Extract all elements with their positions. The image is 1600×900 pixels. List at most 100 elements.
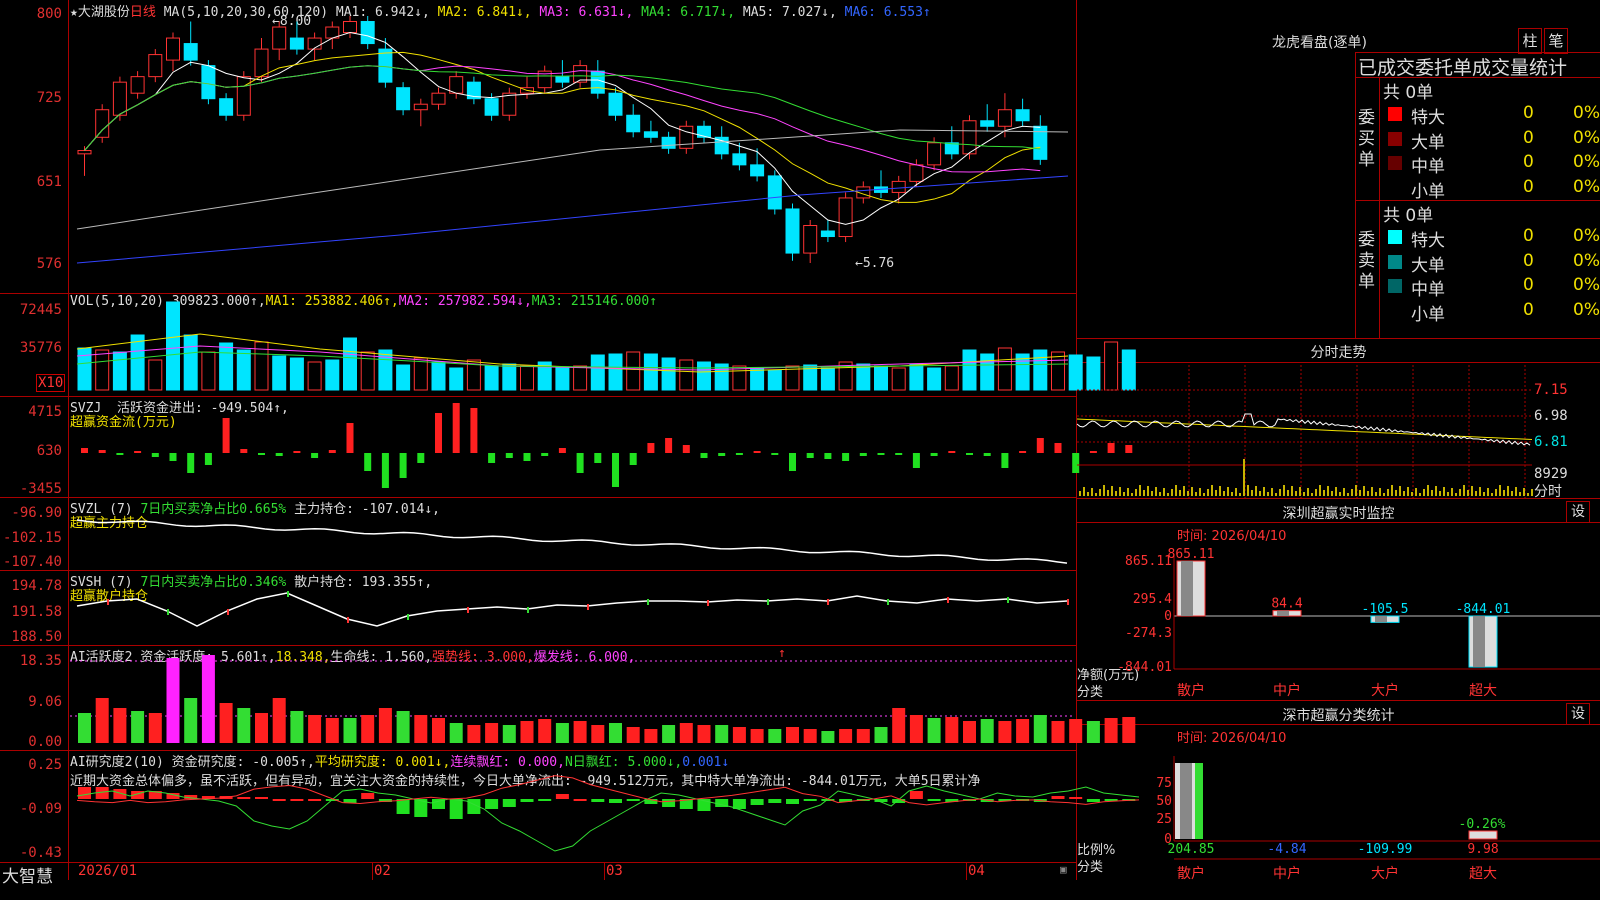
intraday-vol-bar <box>1391 485 1393 496</box>
holding-tick <box>407 614 409 620</box>
intraday-vol-bar <box>1375 492 1377 496</box>
candle-body <box>254 48 269 78</box>
intraday-vol-bar <box>1147 486 1149 496</box>
intraday-vol-bar <box>1263 487 1265 496</box>
ratio-bar <box>1468 830 1498 840</box>
intraday-vol-bar <box>1439 491 1441 496</box>
volume-bar <box>980 353 995 391</box>
research-bar <box>591 799 605 802</box>
order-stats-header: 已成交委托单成交量统计 <box>1358 57 1568 79</box>
intraday-vol-bar <box>1451 488 1453 496</box>
svzj-panel[interactable]: 4715 630 -3455 SVZJ 活跃资金进出: -949.504↑, 超… <box>0 397 1133 497</box>
volume-bar <box>413 357 428 391</box>
intraday-vol-bar <box>1191 487 1193 496</box>
row-name: 小单 <box>1411 181 1445 202</box>
intraday-vol-bar <box>1215 490 1217 496</box>
volume-panel[interactable]: 72445 35776 X10 VOL(5,10,20) 309823.000↑… <box>0 294 1136 396</box>
intraday-vol-bar <box>1431 490 1433 496</box>
active-bar <box>697 725 711 743</box>
fund-flow-bar <box>1001 453 1009 468</box>
fund-flow-bar <box>966 453 973 455</box>
intraday-vol-bar <box>1479 487 1481 496</box>
holding-tick <box>227 609 229 615</box>
candle-body <box>378 48 393 83</box>
candle-body <box>767 175 782 210</box>
intraday-vol-bar <box>1235 488 1237 496</box>
active-bar <box>626 727 640 743</box>
intraday-vol-bar <box>1287 490 1289 496</box>
holding-tick <box>1067 599 1069 605</box>
research-bar <box>609 799 622 803</box>
candle-body <box>289 37 304 50</box>
intraday-vol-bar <box>1083 487 1085 496</box>
volume-bar <box>573 365 588 391</box>
volume-bar <box>112 351 127 391</box>
research-bar <box>520 799 534 802</box>
fund-flow-bar <box>98 450 106 453</box>
ai-research-panel[interactable]: 0.25 -0.09 -0.43 AI研究度2(10) 资金研究度: -0.00… <box>0 751 1140 862</box>
active-bar <box>768 729 782 743</box>
candle-body <box>697 125 711 138</box>
percent-label: -0.26% <box>1459 817 1506 832</box>
fund-flow-bar <box>576 453 584 473</box>
tab-stroke-view[interactable]: 笔 <box>1544 28 1568 54</box>
ratio-bar-green <box>1195 763 1203 839</box>
intraday-vol-bar <box>1355 485 1357 496</box>
order-row: 特大 0 0% <box>1383 102 1600 128</box>
intraday-vol-bar <box>1283 485 1285 496</box>
intraday-vol-bar <box>1087 492 1089 496</box>
intraday-vol-bar <box>1371 487 1373 496</box>
svzl-panel[interactable]: -96.90 -102.15 -107.40 SVZL (7) 7日内买卖净占比… <box>0 498 1076 570</box>
candle-body <box>590 70 605 94</box>
active-bar <box>131 711 145 743</box>
intraday-panel[interactable]: 分时走势 7.15 6.98 6.81 8929 分时 <box>1076 339 1600 500</box>
ai-active-bars <box>70 655 1136 743</box>
candlestick-chart[interactable] <box>0 0 1076 293</box>
intraday-vol-bar <box>1507 486 1509 496</box>
intraday-vol-bar <box>1427 485 1429 496</box>
active-bar <box>750 729 764 743</box>
tab-bar-view[interactable]: 柱 <box>1518 28 1542 54</box>
intraday-vol-bar <box>1091 488 1093 496</box>
active-bar <box>945 717 959 743</box>
sz-stats-panel[interactable]: 深市超赢分类统计 设 时间: 2026/04/10 比例% 分类 75 50 25 0… <box>1077 701 1600 900</box>
ai-active-panel[interactable]: 18.35 9.06 0.00 AI活跃度2 资金活跃度: 5.601↑,18.… <box>0 646 1136 750</box>
category-label: 散户 <box>1177 682 1205 699</box>
research-bar <box>396 799 410 814</box>
y-label: 75 <box>1156 776 1172 791</box>
volume-bar <box>307 361 322 391</box>
row-percent: 0% <box>1573 275 1600 295</box>
fund-flow-bar <box>665 438 673 453</box>
volume-bar <box>502 363 517 391</box>
active-bar <box>927 718 941 743</box>
candle-body <box>148 54 163 78</box>
intraday-vol-bar <box>1467 490 1469 496</box>
research-bar <box>502 799 516 807</box>
active-bar <box>166 658 180 743</box>
intraday-vol-bar <box>1183 486 1185 496</box>
active-bar <box>378 708 392 743</box>
value-label: -4.84 <box>1267 842 1306 857</box>
candle-body <box>820 230 835 238</box>
intraday-vol-bar <box>1267 492 1269 496</box>
active-bar <box>963 721 976 743</box>
intraday-vol-bar <box>1407 487 1409 496</box>
intraday-vol-bar <box>1163 488 1165 496</box>
sz-monitor-panel[interactable]: 深圳超赢实时监控 设 时间: 2026/04/10 净额(万元) 分类 865.… <box>1077 499 1600 700</box>
retail-holding-line <box>76 591 1069 627</box>
main-panel[interactable]: 800 725 651 576 ★大湖股份日线 MA(5,10,20,30,60… <box>0 0 1076 293</box>
fund-flow-bar <box>859 453 867 456</box>
svsh-panel[interactable]: 194.78 191.58 188.50 SVSH (7) 7日内买卖净占比0.… <box>0 571 1076 645</box>
holding-tick <box>887 599 889 605</box>
row-name: 中单 <box>1411 280 1445 300</box>
volume-bar <box>166 301 180 391</box>
active-bar <box>1033 715 1047 743</box>
research-bar <box>78 787 91 799</box>
active-bar <box>555 723 569 743</box>
research-bar <box>449 799 463 819</box>
row-percent: 0% <box>1573 299 1600 320</box>
fund-flow-bar <box>81 448 88 453</box>
row-percent: 0% <box>1573 127 1600 148</box>
volume-bar <box>962 349 977 391</box>
intraday-vol-bar <box>1491 493 1493 496</box>
